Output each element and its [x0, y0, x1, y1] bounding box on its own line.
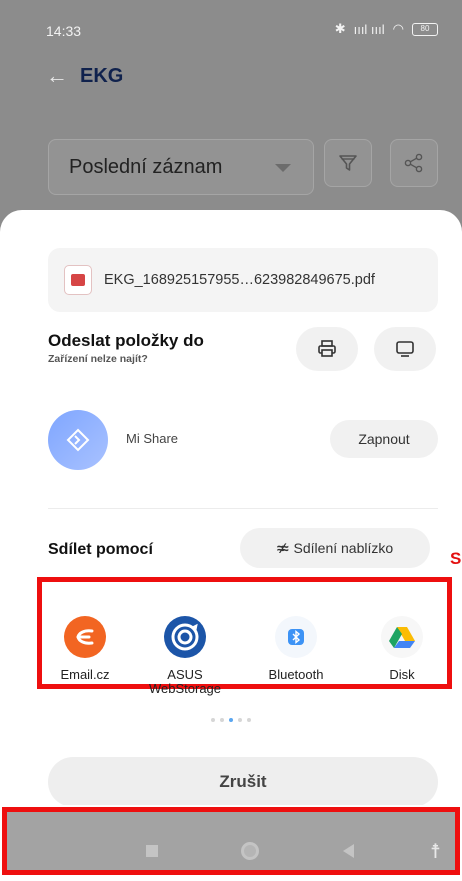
file-name: EKG_168925157955…623982849675.pdf	[104, 272, 375, 288]
app-bluetooth[interactable]: Bluetooth	[246, 616, 346, 682]
bluetooth-icon	[275, 616, 317, 658]
arrow-left-icon[interactable]: ←	[46, 63, 68, 89]
nav-highlight-box: ☨	[2, 807, 460, 875]
page-dot-active	[229, 718, 233, 722]
printer-icon	[318, 340, 336, 357]
share-via-title: Sdílet pomocí	[48, 541, 153, 558]
app-label: Disk	[389, 667, 415, 682]
funnel-icon	[339, 155, 357, 171]
accessibility-icon[interactable]: ☨	[430, 839, 441, 864]
share-sheet: EKG_168925157955…623982849675.pdf Odesla…	[0, 210, 462, 807]
app-bar: ← EKG	[46, 62, 123, 90]
nearby-share-label: Sdílení nablízko	[293, 540, 394, 556]
nearby-share-icon: ≈∕≈	[276, 540, 289, 556]
app-email-cz[interactable]: Email.cz	[35, 616, 135, 682]
signal-icon: ıııl ıııl	[353, 21, 385, 37]
mi-share-label: Mi Share	[126, 431, 179, 446]
page-dot	[220, 718, 224, 722]
page-title: EKG	[80, 64, 124, 87]
battery-icon: 80	[412, 22, 438, 36]
mi-share-icon	[48, 410, 108, 470]
circle-icon[interactable]	[241, 842, 259, 860]
nearby-share-button[interactable]: ≈∕≈ Sdílení nablízko	[240, 528, 430, 568]
enable-mi-share-button[interactable]: Zapnout	[330, 420, 438, 458]
app-label: ASUS WebStorage	[148, 667, 222, 696]
file-preview: EKG_168925157955…623982849675.pdf	[48, 248, 438, 312]
bluetooth-status-icon: ✱	[334, 21, 346, 36]
asus-webstorage-icon	[164, 616, 206, 658]
record-dropdown[interactable]: Poslední záznam	[48, 139, 314, 195]
email-cz-icon	[64, 616, 106, 658]
send-to-title: Odeslat položky do	[48, 331, 204, 350]
cast-screen-button[interactable]	[374, 327, 436, 371]
status-bar: 14:33 ✱ ıııl ıııl ◠ 80	[0, 0, 462, 56]
monitor-icon	[396, 341, 414, 357]
square-icon[interactable]	[146, 845, 158, 857]
page-dot	[238, 718, 242, 722]
share-button[interactable]	[390, 139, 438, 187]
navigation-bar: ☨	[0, 805, 462, 881]
app-asus-webstorage[interactable]: ASUS WebStorage	[135, 616, 235, 696]
page-indicator	[0, 718, 462, 722]
print-button[interactable]	[296, 327, 358, 371]
triangle-back-icon[interactable]	[343, 844, 354, 858]
device-not-found-link[interactable]: Zařízení nelze najít?	[48, 353, 148, 365]
annotation-text: S	[450, 549, 462, 568]
chevron-down-icon	[275, 164, 291, 172]
app-disk[interactable]: Disk	[352, 616, 452, 682]
pdf-file-icon	[64, 265, 92, 295]
wifi-icon: ◠	[392, 21, 404, 36]
status-icons: ✱ ıııl ıııl ◠ 80	[335, 21, 438, 37]
share-icon	[404, 153, 423, 173]
google-drive-icon	[381, 616, 423, 658]
divider	[48, 508, 438, 509]
page-dot	[211, 718, 215, 722]
status-time: 14:33	[46, 23, 82, 39]
page-dot	[247, 718, 251, 722]
app-label: Bluetooth	[268, 667, 324, 682]
filter-button[interactable]	[324, 139, 372, 187]
dropdown-value: Poslední záznam	[69, 155, 223, 178]
cancel-button[interactable]: Zrušit	[48, 757, 438, 807]
app-label: Email.cz	[60, 667, 110, 682]
